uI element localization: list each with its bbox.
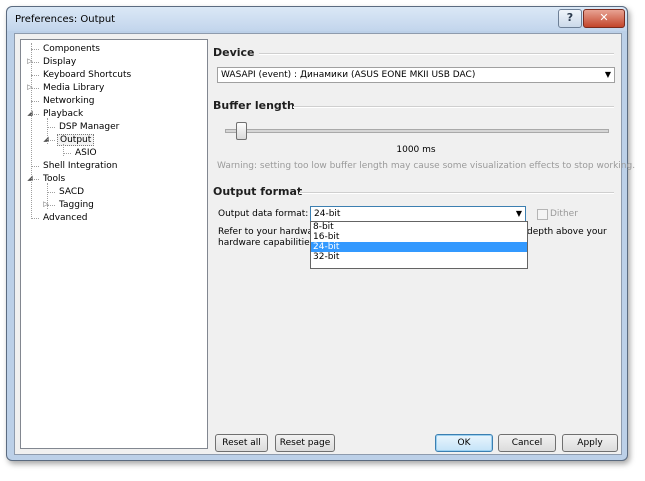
expand-icon[interactable]: ▷: [42, 200, 50, 208]
title-bar[interactable]: Preferences: Output ? ✕: [7, 7, 627, 31]
output-format-note-line2: hardware capabilities w: [218, 238, 325, 248]
tree-guide-line: [31, 43, 32, 217]
ok-button[interactable]: OK: [435, 434, 493, 452]
output-data-format-label: Output data format:: [218, 209, 309, 219]
tree-item-tagging[interactable]: Tagging: [57, 199, 96, 211]
tree-item-asio[interactable]: ASIO: [73, 147, 99, 159]
reset-all-button[interactable]: Reset all: [215, 434, 268, 452]
buffer-length-slider-thumb[interactable]: [236, 122, 248, 140]
tree-item-advanced[interactable]: Advanced: [41, 212, 89, 224]
dither-checkbox[interactable]: [537, 209, 548, 220]
output-data-format-dropdown-list[interactable]: 8-bit 16-bit 24-bit 32-bit: [310, 221, 528, 269]
reset-page-button[interactable]: Reset page: [275, 434, 335, 452]
tree-item-label: Components: [43, 44, 100, 54]
cancel-button[interactable]: Cancel: [498, 434, 556, 452]
tree-item-label: Shell Integration: [43, 161, 118, 171]
tree-item-tools[interactable]: Tools: [41, 173, 67, 185]
tree-connector: [47, 127, 55, 128]
collapse-icon[interactable]: ◢: [42, 135, 50, 143]
collapse-icon[interactable]: ◢: [26, 109, 34, 117]
device-select[interactable]: WASAPI (event) : Динамики (ASUS EONE MKI…: [217, 67, 615, 83]
tree-connector: [47, 192, 55, 193]
preferences-window: Preferences: Output ? ✕ Components ▷ Displ…: [6, 6, 636, 461]
tree-connector: [31, 49, 39, 50]
tree-item-label: Networking: [43, 96, 95, 106]
window-title: Preferences: Output: [15, 14, 116, 25]
output-format-note-line1-start: Refer to your hardware: [218, 227, 323, 237]
tree-item-display[interactable]: Display: [41, 56, 78, 68]
dropdown-option[interactable]: 32-bit: [311, 252, 527, 262]
output-format-section-title: Output format: [213, 185, 303, 198]
close-button[interactable]: ✕: [583, 9, 625, 28]
tree-item-label: SACD: [59, 187, 85, 197]
output-data-format-value: 24-bit: [314, 209, 341, 219]
tree-item-label: Tools: [43, 174, 66, 184]
tree-connector: [31, 101, 39, 102]
dropdown-arrow-icon: ▼: [515, 209, 522, 218]
collapse-icon[interactable]: ◢: [26, 174, 34, 182]
tree-item-label: Keyboard Shortcuts: [43, 70, 132, 80]
tree-guide-line: [47, 118, 48, 144]
tree-guide-line: [63, 144, 64, 156]
section-divider: [299, 192, 614, 194]
preferences-tree[interactable]: Components ▷ Display Keyboard Shortcuts ▷ Med…: [20, 39, 208, 449]
output-data-format-select[interactable]: 24-bit ▼: [310, 206, 526, 222]
output-format-note-line1-end: depth above your: [527, 227, 607, 237]
device-section-title: Device: [213, 46, 255, 59]
buffer-length-value: 1000 ms: [396, 145, 436, 155]
tree-item-label: ASIO: [75, 148, 97, 158]
apply-button[interactable]: Apply: [562, 434, 618, 452]
tree-item-components[interactable]: Components: [41, 43, 102, 55]
tree-item-sacd[interactable]: SACD: [57, 186, 86, 198]
tree-item-label: Display: [43, 57, 77, 67]
buffer-warning-text: Warning: setting too low buffer length m…: [217, 161, 636, 171]
tree-guide-line: [47, 183, 48, 209]
tree-item-shell-integration[interactable]: Shell Integration: [41, 160, 119, 172]
device-select-value: WASAPI (event) : Динамики (ASUS EONE MKI…: [221, 70, 476, 80]
tree-connector: [31, 218, 39, 219]
dither-label: Dither: [550, 209, 578, 219]
tree-item-label: Media Library: [43, 83, 105, 93]
dialog-client-area: Components ▷ Display Keyboard Shortcuts ▷ Med…: [14, 33, 636, 455]
buffer-length-slider-track[interactable]: [225, 129, 609, 133]
help-button[interactable]: ?: [558, 9, 582, 28]
dropdown-option[interactable]: 8-bit: [311, 222, 527, 232]
expand-icon[interactable]: ▷: [26, 83, 34, 91]
tree-connector: [63, 153, 71, 154]
dropdown-arrow-icon: ▼: [604, 70, 611, 79]
dropdown-option[interactable]: 16-bit: [311, 232, 527, 242]
expand-icon[interactable]: ▷: [26, 57, 34, 65]
tree-item-dsp-manager[interactable]: DSP Manager: [57, 121, 121, 133]
tree-item-media-library[interactable]: Media Library: [41, 82, 106, 94]
section-divider: [259, 53, 614, 55]
tree-item-label: Advanced: [43, 213, 88, 223]
tree-item-keyboard-shortcuts[interactable]: Keyboard Shortcuts: [41, 69, 133, 81]
dropdown-option[interactable]: 24-bit: [311, 242, 527, 252]
tree-item-networking[interactable]: Networking: [41, 95, 97, 107]
tree-item-label: Tagging: [59, 200, 94, 210]
section-divider: [293, 106, 614, 108]
tree-connector: [31, 166, 39, 167]
tree-item-label: DSP Manager: [59, 122, 120, 132]
tree-connector: [31, 75, 39, 76]
buffer-section-title: Buffer length: [213, 99, 295, 112]
